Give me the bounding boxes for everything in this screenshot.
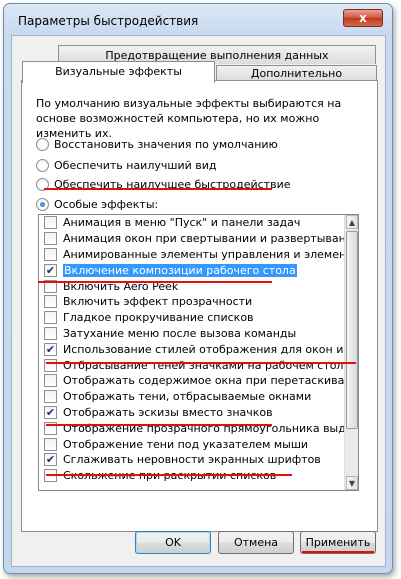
effect-label: Затухание меню после вызова команды	[63, 326, 297, 340]
window-title: Параметры быстродействия	[18, 14, 199, 28]
checkbox-icon[interactable]	[44, 390, 57, 404]
annotation-underline	[44, 188, 272, 190]
radio-selected-icon	[36, 197, 49, 211]
effect-list-item[interactable]: Отбрасывание теней значками на рабочем с…	[39, 357, 345, 373]
effect-label: Отображение тени под указателем мыши	[63, 437, 309, 451]
scroll-down-icon[interactable]: ▼	[346, 476, 358, 490]
close-button[interactable]: x	[343, 9, 383, 27]
effect-list-item[interactable]: Анимация окон при свертывании и разверты…	[39, 231, 345, 247]
checkbox-checked-icon[interactable]: ✔	[44, 405, 57, 419]
checkbox-checked-icon[interactable]: ✔	[44, 453, 57, 467]
checkbox-checked-icon[interactable]: ✔	[44, 342, 57, 356]
annotation-underline	[46, 362, 356, 364]
checkbox-icon[interactable]	[44, 311, 57, 325]
effect-label: Отображать эскизы вместо значков	[63, 405, 273, 419]
effect-list-item[interactable]: Включить эффект прозрачности	[39, 294, 345, 310]
radio-custom[interactable]: Особые эффекты:	[36, 196, 158, 212]
ok-button[interactable]: OK	[135, 531, 211, 554]
effect-label: Использование стилей отображения для око…	[63, 342, 345, 356]
annotation-underline	[38, 281, 272, 283]
tab-label: Визуальные эффекты	[55, 65, 182, 78]
effect-label: Отображать тени, отбрасываемые окнами	[63, 390, 312, 404]
checkbox-icon[interactable]	[44, 216, 57, 230]
radio-circle-icon	[36, 158, 49, 172]
effect-list-item[interactable]: ✔ Сглаживать неровности экранных шрифтов	[39, 452, 345, 468]
checkbox-icon[interactable]	[44, 437, 57, 451]
effect-label: Анимация окон при свертывании и разверты…	[63, 232, 345, 246]
checkbox-icon[interactable]	[44, 232, 57, 246]
effect-label: Включение композиции рабочего стола	[63, 263, 297, 277]
checkbox-icon[interactable]	[44, 247, 57, 261]
effect-label: Включить эффект прозрачности	[63, 295, 253, 309]
description-text: По умолчанию визуальные эффекты выбирают…	[36, 97, 342, 140]
vertical-scrollbar[interactable]: ▲ ▼	[344, 215, 358, 490]
tab-visual-effects[interactable]: Визуальные эффекты	[22, 61, 215, 83]
effect-list-item[interactable]: Отображение прозрачного прямоугольника в…	[39, 420, 345, 436]
effect-list-item[interactable]: Отображать содержимое окна при перетаски…	[39, 373, 345, 389]
effect-list-item[interactable]: Анимированные элементы управления и элем…	[39, 247, 345, 263]
effect-list-item[interactable]: ✔ Использование стилей отображения для ок…	[39, 341, 345, 357]
annotation-underline	[46, 424, 272, 426]
effects-list[interactable]: Анимация в меню "Пуск" и панели задач Ани…	[38, 214, 359, 491]
close-icon: x	[359, 11, 367, 25]
title-bar[interactable]: Параметры быстродействия x	[4, 4, 392, 38]
cancel-button[interactable]: Отмена	[218, 531, 294, 554]
effect-list-item[interactable]: ✔ Отображать эскизы вместо значков	[39, 405, 345, 421]
effect-list-item[interactable]: Гладкое прокручивание списков	[39, 310, 345, 326]
effect-list-item[interactable]: Затухание меню после вызова команды	[39, 326, 345, 342]
radio-label: Обеспечить наилучший вид	[54, 158, 217, 172]
effect-label: Отображать содержимое окна при перетаски…	[63, 374, 345, 388]
annotation-underline	[302, 551, 374, 553]
effect-label: Гладкое прокручивание списков	[63, 311, 254, 325]
effect-label: Анимация в меню "Пуск" и панели задач	[63, 216, 301, 230]
effect-list-item[interactable]: Отображать тени, отбрасываемые окнами	[39, 389, 345, 405]
annotation-underline	[46, 474, 292, 476]
checkbox-icon[interactable]	[44, 358, 57, 372]
radio-label: Восстановить значения по умолчанию	[54, 137, 278, 151]
radio-best-appearance[interactable]: Обеспечить наилучший вид	[36, 157, 216, 173]
effect-list-item[interactable]: ✔ Включение композиции рабочего стола	[39, 262, 345, 278]
effect-label: Отбрасывание теней значками на рабочем с…	[63, 358, 345, 372]
tab-advanced[interactable]: Дополнительно	[216, 65, 377, 81]
radio-circle-icon	[36, 137, 49, 151]
effects-list-rows: Анимация в меню "Пуск" и панели задач Ани…	[39, 215, 345, 490]
radio-restore-defaults[interactable]: Восстановить значения по умолчанию	[36, 136, 278, 152]
tab-label: Дополнительно	[250, 67, 343, 80]
checkbox-icon[interactable]	[44, 326, 57, 340]
checkbox-icon[interactable]	[44, 295, 57, 309]
effect-label: Сглаживать неровности экранных шрифтов	[63, 453, 321, 467]
effect-label: Анимированные элементы управления и элем…	[63, 247, 345, 261]
effect-list-item[interactable]: Анимация в меню "Пуск" и панели задач	[39, 215, 345, 231]
scroll-up-icon[interactable]: ▲	[346, 215, 358, 229]
radio-label: Особые эффекты:	[54, 197, 159, 211]
scrollbar-thumb[interactable]	[346, 231, 358, 429]
checkbox-icon[interactable]	[44, 374, 57, 388]
checkbox-checked-icon[interactable]: ✔	[44, 263, 57, 277]
effect-list-item[interactable]: Отображение тени под указателем мыши	[39, 436, 345, 452]
